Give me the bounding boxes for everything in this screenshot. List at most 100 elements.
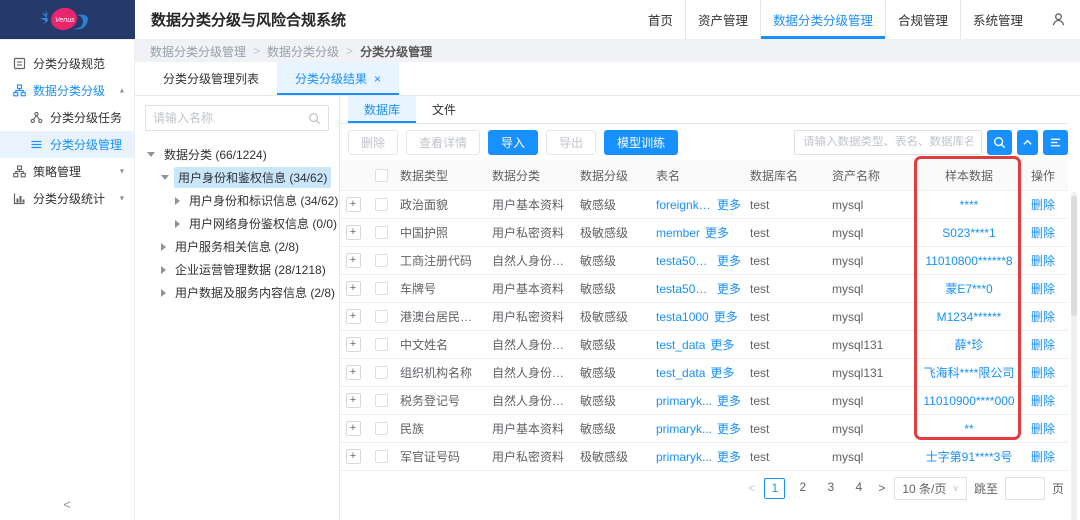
page-number[interactable]: 3: [820, 478, 841, 499]
sample-data-link[interactable]: 11010800******8: [925, 254, 1012, 268]
delete-row-link[interactable]: 删除: [1031, 226, 1055, 240]
expand-row-button[interactable]: +: [346, 421, 361, 436]
tree-node[interactable]: 数据分类 (66/1224): [145, 143, 329, 166]
collapse-arrow-icon[interactable]: [161, 243, 166, 251]
page-jump-input[interactable]: [1005, 477, 1045, 500]
sidebar-item-classification-statistics[interactable]: 分类分级统计 ▼: [0, 185, 134, 212]
sample-data-link[interactable]: 11010900****000: [923, 394, 1014, 408]
expand-row-button[interactable]: +: [346, 197, 361, 212]
row-checkbox[interactable]: [375, 310, 388, 323]
table-name-link[interactable]: primaryk...: [656, 394, 712, 408]
tree-search-input[interactable]: [153, 111, 308, 125]
page-number[interactable]: 2: [792, 478, 813, 499]
expand-row-button[interactable]: +: [346, 449, 361, 464]
tree-node-selected[interactable]: 用户身份和鉴权信息 (34/62): [145, 166, 329, 189]
row-checkbox[interactable]: [375, 198, 388, 211]
export-button[interactable]: 导出: [546, 130, 596, 155]
sidebar-item-classification-spec[interactable]: 分类分级规范: [0, 50, 134, 77]
expand-row-button[interactable]: +: [346, 281, 361, 296]
select-all-checkbox[interactable]: [375, 169, 388, 182]
more-link[interactable]: 更多: [717, 280, 741, 297]
import-button[interactable]: 导入: [488, 130, 538, 155]
expand-row-button[interactable]: +: [346, 225, 361, 240]
nav-home[interactable]: 首页: [636, 0, 686, 39]
tree-node[interactable]: 用户服务相关信息 (2/8): [145, 235, 329, 258]
view-details-button[interactable]: 查看详情: [406, 130, 480, 155]
delete-row-link[interactable]: 删除: [1031, 310, 1055, 324]
table-name-link[interactable]: testa50000: [656, 254, 712, 268]
collapse-search-button[interactable]: [1017, 130, 1038, 155]
delete-row-link[interactable]: 删除: [1031, 394, 1055, 408]
sidebar-item-classification-task[interactable]: 分类分级任务: [0, 104, 134, 131]
expand-arrow-icon[interactable]: [161, 175, 169, 180]
table-name-link[interactable]: test_data: [656, 366, 705, 380]
nav-data-classification[interactable]: 数据分类分级管理: [761, 0, 886, 39]
expand-row-button[interactable]: +: [346, 253, 361, 268]
tab-classification-result[interactable]: 分类分级结果 ×: [277, 62, 399, 95]
more-link[interactable]: 更多: [717, 448, 741, 465]
table-name-link[interactable]: foreignke...: [656, 198, 712, 212]
user-menu-button[interactable]: [1045, 0, 1080, 39]
collapse-arrow-icon[interactable]: [175, 220, 180, 228]
close-tab-icon[interactable]: ×: [374, 72, 381, 86]
collapse-arrow-icon[interactable]: [161, 289, 166, 297]
tree-node[interactable]: 企业运营管理数据 (28/1218): [145, 258, 329, 281]
next-page-button[interactable]: >: [876, 481, 887, 495]
more-link[interactable]: 更多: [717, 420, 741, 437]
collapse-arrow-icon[interactable]: [161, 266, 166, 274]
expand-arrow-icon[interactable]: [147, 152, 155, 157]
sidebar-item-strategy-management[interactable]: 策略管理 ▼: [0, 158, 134, 185]
tab-database[interactable]: 数据库: [348, 96, 416, 123]
delete-row-link[interactable]: 删除: [1031, 254, 1055, 268]
scrollbar-thumb[interactable]: [1071, 196, 1077, 316]
expand-row-button[interactable]: +: [346, 309, 361, 324]
column-settings-button[interactable]: [1043, 130, 1068, 155]
delete-row-link[interactable]: 删除: [1031, 198, 1055, 212]
delete-row-link[interactable]: 删除: [1031, 338, 1055, 352]
sample-data-link[interactable]: **: [964, 422, 973, 436]
sample-data-link[interactable]: M1234******: [937, 310, 1002, 324]
delete-button[interactable]: 删除: [348, 130, 398, 155]
breadcrumb-item[interactable]: 数据分类分级管理: [150, 43, 246, 60]
more-link[interactable]: 更多: [714, 308, 738, 325]
table-search-input[interactable]: [803, 136, 973, 148]
row-checkbox[interactable]: [375, 366, 388, 379]
vertical-scrollbar[interactable]: [1071, 192, 1077, 520]
sidebar-item-classification-management[interactable]: 分类分级管理: [0, 131, 134, 158]
row-checkbox[interactable]: [375, 450, 388, 463]
table-name-link[interactable]: primaryk...: [656, 422, 712, 436]
row-checkbox[interactable]: [375, 394, 388, 407]
expand-row-button[interactable]: +: [346, 393, 361, 408]
expand-row-button[interactable]: +: [346, 365, 361, 380]
more-link[interactable]: 更多: [717, 196, 741, 213]
tree-node[interactable]: 用户数据及服务内容信息 (2/8): [145, 281, 329, 304]
row-checkbox[interactable]: [375, 282, 388, 295]
tab-file[interactable]: 文件: [416, 96, 472, 123]
sidebar-collapse-button[interactable]: <: [0, 497, 134, 512]
more-link[interactable]: 更多: [717, 392, 741, 409]
table-name-link[interactable]: member: [656, 226, 700, 240]
page-number-current[interactable]: 1: [764, 478, 785, 499]
tab-classification-management-list[interactable]: 分类分级管理列表: [145, 62, 277, 95]
sidebar-item-data-classification[interactable]: 数据分类分级 ▲: [0, 77, 134, 104]
table-name-link[interactable]: testa50000: [656, 282, 712, 296]
tree-node[interactable]: 用户身份和标识信息 (34/62): [145, 189, 329, 212]
expand-row-button[interactable]: +: [346, 337, 361, 352]
nav-system-management[interactable]: 系统管理: [961, 0, 1035, 39]
more-link[interactable]: 更多: [717, 252, 741, 269]
sample-data-link[interactable]: 薛*珍: [955, 338, 984, 352]
more-link[interactable]: 更多: [705, 224, 729, 241]
row-checkbox[interactable]: [375, 254, 388, 267]
prev-page-button[interactable]: <: [746, 481, 757, 495]
nav-compliance-management[interactable]: 合规管理: [886, 0, 961, 39]
sample-data-link[interactable]: 飞海科****限公司: [924, 366, 1015, 380]
model-training-button[interactable]: 模型训练: [604, 130, 678, 155]
collapse-arrow-icon[interactable]: [175, 197, 180, 205]
sample-data-link[interactable]: S023****1: [942, 226, 995, 240]
sample-data-link[interactable]: 士字第91****3号: [926, 450, 1013, 464]
search-button[interactable]: [987, 130, 1012, 155]
page-number[interactable]: 4: [848, 478, 869, 499]
page-size-select[interactable]: 10 条/页 ∨: [894, 477, 967, 500]
delete-row-link[interactable]: 删除: [1031, 422, 1055, 436]
row-checkbox[interactable]: [375, 226, 388, 239]
